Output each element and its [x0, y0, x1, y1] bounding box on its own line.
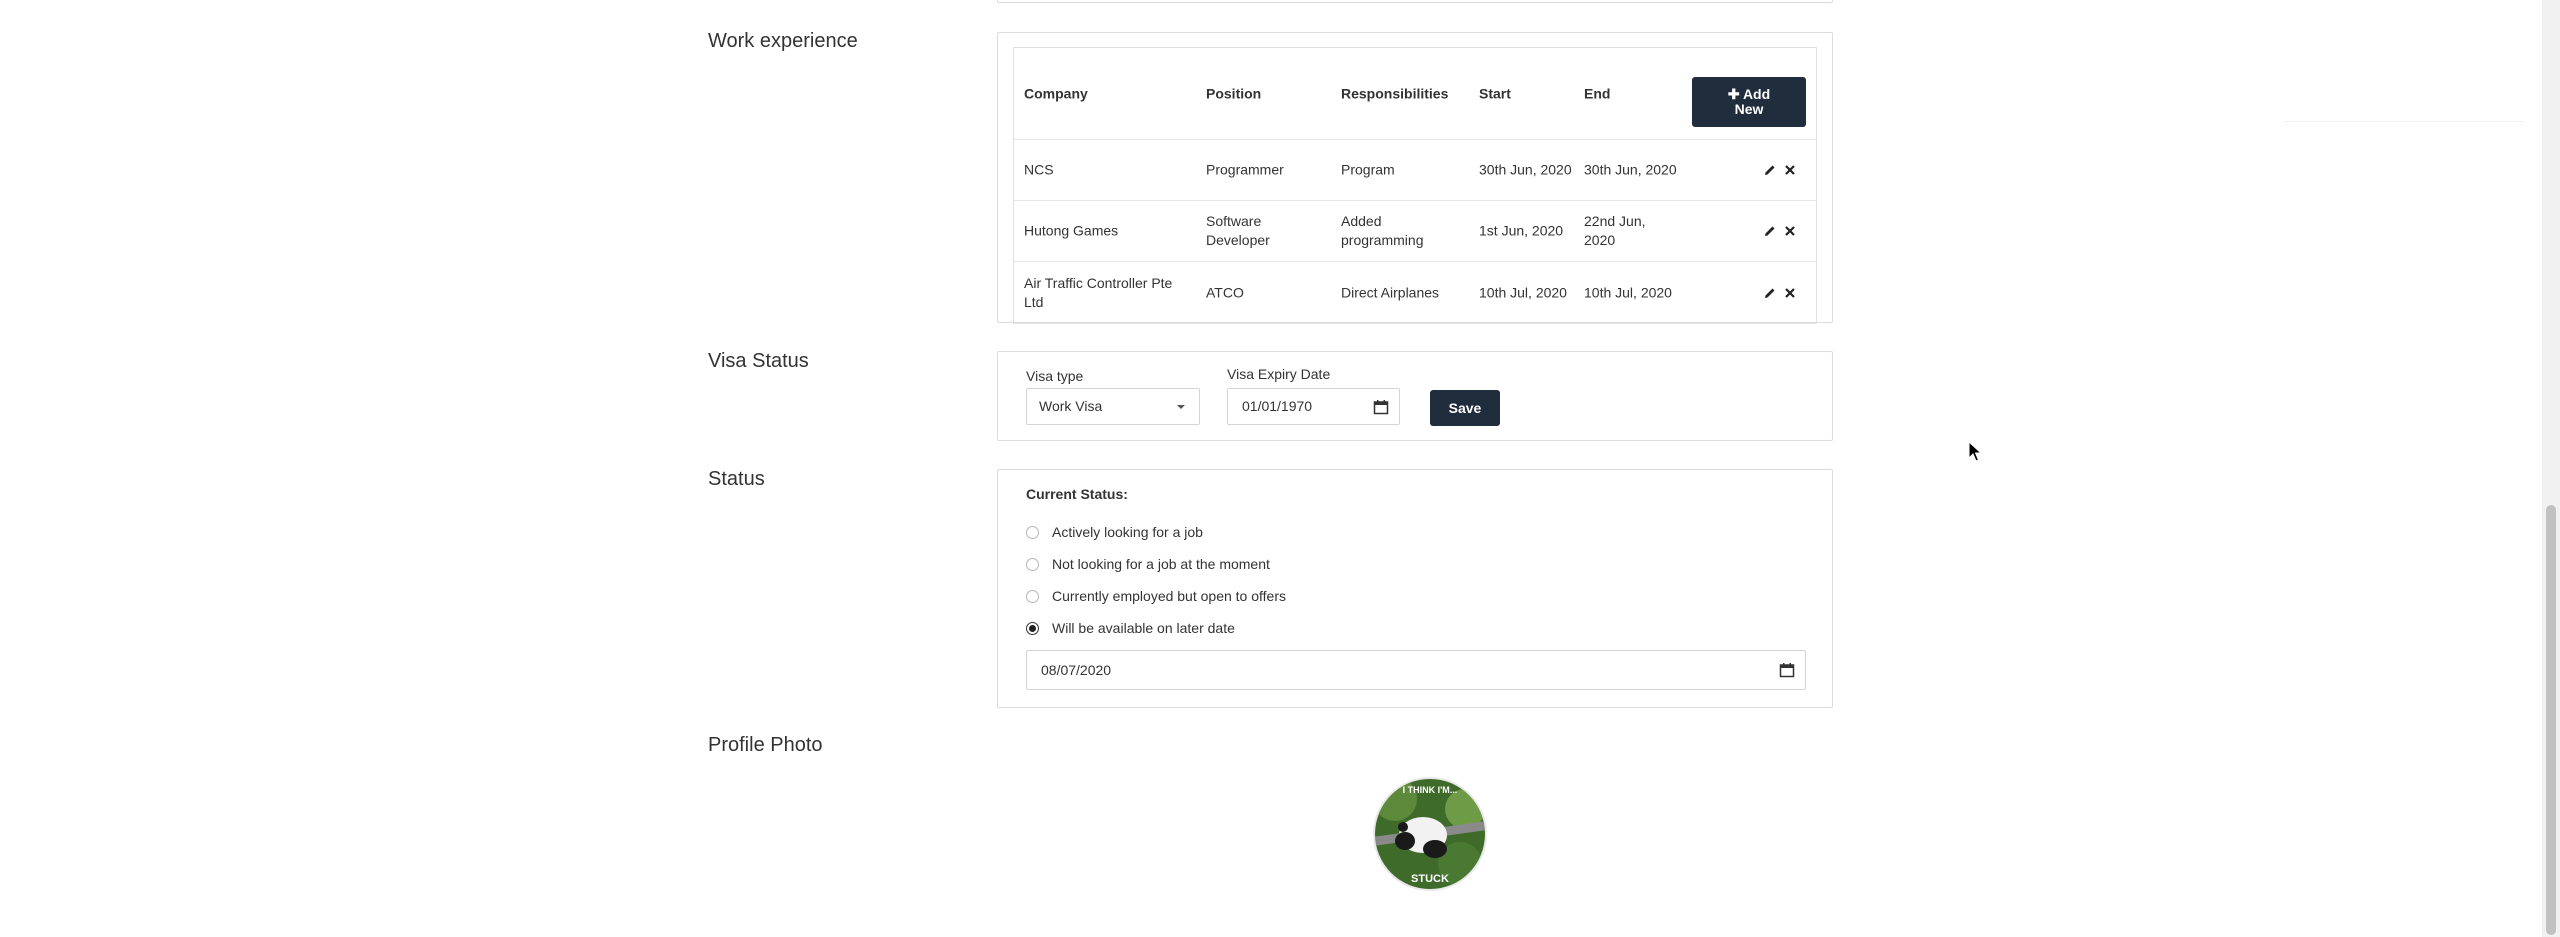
status-option-available-later[interactable]: Will be available on later date — [1026, 619, 1235, 637]
row-actions — [1764, 164, 1796, 176]
cell-end: 30th Jun, 2020 — [1584, 161, 1677, 178]
vertical-scrollbar[interactable] — [2542, 0, 2560, 937]
panda-photo-image: I THINK I'M... STUCK — [1375, 779, 1485, 889]
photo-caption-top: I THINK I'M... — [1403, 785, 1458, 795]
status-option-employed-open[interactable]: Currently employed but open to offers — [1026, 587, 1286, 605]
cell-company: Air Traffic Controller Pte Ltd — [1024, 274, 1173, 310]
close-icon[interactable] — [1784, 287, 1796, 299]
column-header-start: Start — [1479, 85, 1511, 101]
close-icon[interactable] — [1784, 164, 1796, 176]
visa-expiry-date-input[interactable]: 01/01/1970 — [1227, 388, 1400, 425]
visa-expiry-value: 01/01/1970 — [1242, 398, 1313, 414]
column-header-end: End — [1584, 85, 1611, 101]
calendar-icon[interactable] — [1373, 399, 1389, 415]
cell-start: 30th Jun, 2020 — [1479, 161, 1572, 178]
visa-status-card: Visa type Work Visa Visa Expiry Date 01/… — [997, 351, 1833, 441]
cell-start: 1st Jun, 2020 — [1479, 222, 1564, 239]
work-experience-title: Work experience — [708, 30, 858, 52]
status-option-label: Currently employed but open to offers — [1052, 588, 1286, 604]
work-experience-card: Company Position Responsibilities Start … — [997, 32, 1833, 324]
visa-status-title: Visa Status — [708, 350, 809, 372]
pencil-icon[interactable] — [1764, 225, 1776, 237]
cell-responsibilities: Added programming — [1341, 213, 1424, 248]
cell-responsibilities: Direct Airplanes — [1341, 284, 1440, 300]
status-option-not-looking[interactable]: Not looking for a job at the moment — [1026, 555, 1270, 573]
status-option-label: Actively looking for a job — [1052, 524, 1203, 540]
table-row: NCS Programmer Program 30th Jun, 2020 30… — [1014, 140, 1816, 201]
visa-type-select[interactable]: Work Visa — [1026, 388, 1200, 425]
pencil-icon[interactable] — [1764, 287, 1776, 299]
current-status-heading: Current Status: — [1026, 486, 1128, 502]
column-header-responsibilities: Responsibilities — [1341, 85, 1449, 101]
radio-button-checked[interactable] — [1026, 621, 1039, 635]
status-title: Status — [708, 468, 765, 490]
save-button[interactable]: Save — [1430, 390, 1500, 426]
cell-company: Hutong Games — [1024, 222, 1119, 239]
cell-responsibilities: Program — [1341, 161, 1395, 178]
available-date-value: 08/07/2020 — [1041, 662, 1112, 678]
radio-button[interactable] — [1026, 557, 1039, 571]
mouse-cursor-icon — [1968, 441, 1982, 462]
row-actions — [1764, 287, 1796, 299]
radio-button[interactable] — [1026, 525, 1039, 539]
column-header-position: Position — [1206, 85, 1262, 101]
divider — [2284, 121, 2524, 122]
close-icon[interactable] — [1784, 225, 1796, 237]
pencil-icon[interactable] — [1764, 164, 1776, 176]
profile-photo[interactable]: I THINK I'M... STUCK — [1373, 777, 1487, 891]
work-experience-table: Company Position Responsibilities Start … — [1013, 47, 1817, 324]
table-row: Air Traffic Controller Pte Ltd ATCO Dire… — [1014, 262, 1816, 323]
available-date-input[interactable]: 08/07/2020 — [1026, 650, 1806, 690]
plus-icon: ✚ — [1727, 86, 1743, 102]
status-option-label: Will be available on later date — [1052, 620, 1235, 636]
photo-caption-bottom: STUCK — [1411, 873, 1449, 885]
cell-company: NCS — [1024, 161, 1054, 178]
cell-end: 22nd Jun, 2020 — [1584, 213, 1646, 248]
calendar-icon[interactable] — [1779, 662, 1795, 678]
table-row: Hutong Games Software Developer Added pr… — [1014, 201, 1816, 262]
status-option-actively-looking[interactable]: Actively looking for a job — [1026, 523, 1203, 541]
scrollbar-thumb[interactable] — [2546, 505, 2556, 935]
radio-button[interactable] — [1026, 589, 1039, 603]
row-actions — [1764, 225, 1796, 237]
status-card: Current Status: Actively looking for a j… — [997, 469, 1833, 708]
column-header-company: Company — [1024, 85, 1088, 101]
status-option-label: Not looking for a job at the moment — [1052, 556, 1270, 572]
visa-expiry-label: Visa Expiry Date — [1227, 366, 1331, 382]
previous-section-card — [997, 0, 1833, 3]
visa-type-label: Visa type — [1026, 368, 1084, 384]
caret-down-icon — [1177, 405, 1185, 409]
cell-position: Programmer — [1206, 161, 1284, 178]
table-header: Company Position Responsibilities Start … — [1014, 48, 1816, 140]
cell-start: 10th Jul, 2020 — [1479, 284, 1567, 300]
cell-position: ATCO — [1206, 284, 1244, 300]
visa-type-value: Work Visa — [1039, 398, 1103, 414]
profile-photo-title: Profile Photo — [708, 734, 823, 756]
add-new-button[interactable]: ✚ Add New — [1692, 77, 1806, 127]
cell-end: 10th Jul, 2020 — [1584, 284, 1672, 300]
cell-position: Software Developer — [1206, 213, 1270, 248]
